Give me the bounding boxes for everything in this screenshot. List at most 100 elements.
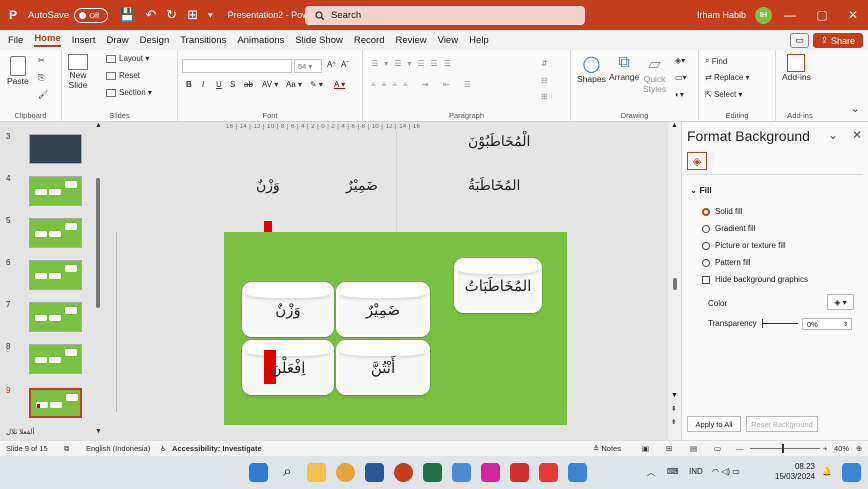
- font-name-box[interactable]: [182, 59, 292, 73]
- thumbnail-scrollbar[interactable]: [96, 178, 100, 308]
- menu-slide-show[interactable]: Slide Show: [295, 35, 343, 46]
- pane-options-chevron-icon[interactable]: ⌄: [828, 128, 838, 142]
- accessibility-status[interactable]: Accessibility: Investigate: [172, 444, 262, 453]
- slide-thumbnail-6[interactable]: [29, 260, 82, 290]
- quick-styles-button[interactable]: ▱ Quick Styles: [643, 54, 666, 94]
- transparency-input[interactable]: 0% ⇕: [802, 318, 852, 330]
- new-slide-button[interactable]: New Slide: [68, 54, 88, 90]
- pattern-fill-option[interactable]: Pattern fill: [702, 258, 751, 267]
- customize-qat-icon[interactable]: ▾: [208, 10, 213, 21]
- replace-button[interactable]: ⇄ Replace ▾: [705, 73, 750, 82]
- solid-fill-option[interactable]: Solid fill: [702, 207, 743, 216]
- notes-button[interactable]: ≙ Notes: [593, 444, 621, 453]
- card-antunna[interactable]: أَنْتُنَّ: [336, 340, 430, 395]
- present-icon[interactable]: ⊞: [187, 7, 198, 23]
- clock[interactable]: 08.23: [787, 461, 815, 472]
- list-icons[interactable]: ☰▾☰▾☰☰☰: [371, 59, 457, 68]
- language-label[interactable]: IND: [689, 467, 703, 476]
- menu-transitions[interactable]: Transitions: [180, 35, 226, 46]
- bold-icon[interactable]: B: [186, 80, 192, 89]
- pane-close-icon[interactable]: ✕: [852, 128, 862, 142]
- paste-button[interactable]: Paste: [7, 56, 29, 86]
- menu-design[interactable]: Design: [140, 35, 170, 46]
- zoom-in-icon[interactable]: +: [823, 444, 827, 453]
- layout-button[interactable]: Layout ▾: [106, 54, 149, 63]
- user-account[interactable]: Irham Habib IH: [697, 0, 773, 30]
- search-box[interactable]: Search: [305, 6, 585, 25]
- accessibility-icon[interactable]: ♿: [160, 444, 167, 453]
- reading-view-icon[interactable]: ▤: [690, 444, 697, 453]
- menu-view[interactable]: View: [438, 35, 458, 46]
- shadow-icon[interactable]: S: [230, 80, 235, 89]
- chrome-icon[interactable]: [336, 463, 355, 482]
- slide-thumbnail-3[interactable]: [29, 134, 82, 164]
- close-icon[interactable]: ✕: [838, 0, 868, 30]
- card-afalna[interactable]: اِفْعَلْنَ: [242, 340, 334, 395]
- photos-icon[interactable]: [568, 463, 587, 482]
- comments-button[interactable]: ▭: [790, 33, 809, 48]
- transparency-slider[interactable]: [762, 319, 798, 328]
- smartart-icon[interactable]: ⊞: [541, 92, 548, 101]
- menu-help[interactable]: Help: [469, 35, 489, 46]
- zoom-level[interactable]: 40%: [834, 444, 849, 453]
- menu-review[interactable]: Review: [396, 35, 427, 46]
- format-painter-icon[interactable]: 🖌: [38, 90, 48, 99]
- canvas-scrollbar[interactable]: ▲ ▼ ⇞ ⇟: [669, 122, 681, 440]
- word-icon[interactable]: [365, 463, 384, 482]
- font-size-box[interactable]: 54 ▾: [294, 59, 322, 73]
- highlight-icon[interactable]: ✎ ▾: [310, 80, 323, 89]
- keyboard-icon[interactable]: ⌨: [667, 467, 679, 476]
- card-wazn[interactable]: وَزْنٌ: [242, 282, 334, 337]
- redo-icon[interactable]: ↻: [166, 7, 177, 23]
- grow-font-icon[interactable]: A ^: [327, 60, 335, 69]
- menu-record[interactable]: Record: [354, 35, 385, 46]
- copy-icon[interactable]: ⎘: [38, 73, 44, 83]
- search-icon[interactable]: ⌕: [278, 463, 297, 482]
- text-direction-icon[interactable]: ⇵: [541, 59, 548, 68]
- scroll-down-icon[interactable]: ▼: [671, 392, 678, 399]
- change-case-icon[interactable]: Aa ▾: [286, 80, 302, 89]
- menu-file[interactable]: File: [8, 35, 23, 46]
- card-dhamir[interactable]: ضَمِيْرٌ: [336, 282, 430, 337]
- current-slide[interactable]: المُخَاطَبَاتُ ضَمِيْرٌ وَزْنٌ أَنْتُنَّ…: [224, 232, 567, 425]
- collapse-ribbon-icon[interactable]: ⌄: [851, 104, 859, 115]
- addins-button[interactable]: Add-ins: [782, 54, 811, 82]
- align-text-icon[interactable]: ⊟: [541, 76, 548, 85]
- underline-icon[interactable]: U: [216, 80, 222, 89]
- section-button[interactable]: Section ▾: [106, 88, 152, 97]
- strikethrough-icon[interactable]: ab: [244, 80, 253, 89]
- restore-icon[interactable]: ▢: [807, 0, 837, 30]
- scroll-thumb[interactable]: [673, 278, 677, 290]
- spelling-icon[interactable]: ⧉: [64, 444, 69, 454]
- picture-fill-option[interactable]: Picture or texture fill: [702, 241, 786, 250]
- shrink-font-icon[interactable]: Aˇ: [341, 60, 349, 69]
- find-button[interactable]: ⌕ Find: [705, 56, 727, 66]
- save-icon[interactable]: 💾: [119, 7, 135, 23]
- menu-insert[interactable]: Insert: [72, 35, 96, 46]
- fill-section-header[interactable]: ⌄ Fill: [690, 185, 712, 196]
- slide-thumbnail-4[interactable]: [29, 176, 82, 206]
- menu-draw[interactable]: Draw: [106, 35, 128, 46]
- slideshow-view-icon[interactable]: ▭: [714, 444, 721, 453]
- widgets-icon[interactable]: [842, 463, 861, 482]
- select-button[interactable]: ⇱ Select ▾: [705, 90, 742, 99]
- scroll-up-icon[interactable]: ▲: [95, 122, 102, 129]
- char-spacing-icon[interactable]: AV ▾: [262, 80, 278, 89]
- slide-sorter-icon[interactable]: ⊞: [666, 444, 672, 453]
- fit-slide-icon[interactable]: ⊕: [856, 444, 862, 453]
- language-indicator[interactable]: English (Indonesia): [86, 444, 150, 453]
- scroll-up-icon[interactable]: ▲: [671, 122, 678, 129]
- pdf-reader-icon[interactable]: [510, 463, 529, 482]
- minimize-icon[interactable]: —: [775, 0, 805, 30]
- italic-icon[interactable]: I: [202, 80, 204, 89]
- slide-thumbnail-8[interactable]: [29, 344, 82, 374]
- cut-icon[interactable]: ✂: [38, 56, 45, 65]
- menu-animations[interactable]: Animations: [237, 35, 284, 46]
- menu-home[interactable]: Home: [34, 33, 61, 47]
- powerpoint-icon[interactable]: [394, 463, 413, 482]
- shape-effects-icon[interactable]: ◐▾: [675, 90, 684, 99]
- file-explorer-icon[interactable]: [307, 463, 326, 482]
- slide-thumbnail-9[interactable]: [29, 388, 82, 418]
- date[interactable]: 15/03/2024: [775, 472, 815, 481]
- tray-overflow-icon[interactable]: ︿: [647, 467, 655, 478]
